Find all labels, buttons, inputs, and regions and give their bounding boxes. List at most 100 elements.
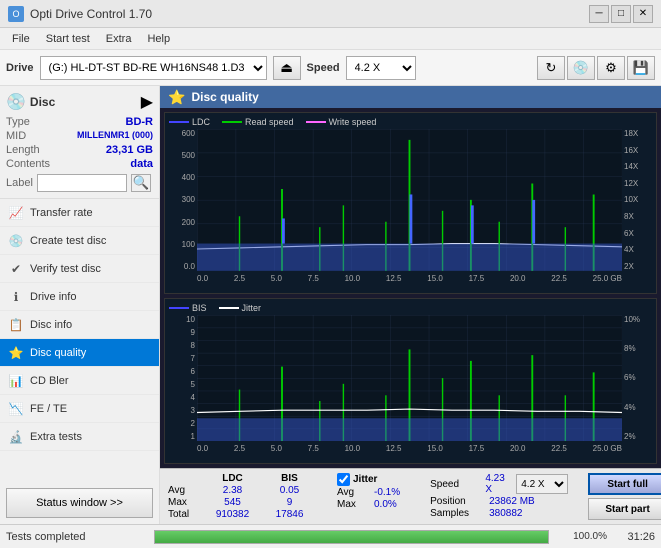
disc-label-label: Label (6, 177, 33, 189)
sidebar-item-fe-te-label: FE / TE (30, 403, 67, 415)
chart1-y-left-3: 300 (182, 195, 195, 204)
window-controls: ─ □ ✕ (589, 5, 653, 23)
app-icon: O (8, 6, 24, 22)
title-bar: O Opti Drive Control 1.70 ─ □ ✕ (0, 0, 661, 28)
chart1-svg (197, 129, 622, 271)
menu-extra[interactable]: Extra (98, 31, 140, 47)
close-button[interactable]: ✕ (633, 5, 653, 23)
jitter-checkbox[interactable] (337, 473, 350, 486)
content-header-icon: ⭐ (168, 89, 185, 106)
disc-info-icon: 📋 (8, 318, 24, 332)
chart1-y-left-0: 0.0 (184, 262, 195, 271)
progress-percent: 100.0% (557, 531, 607, 542)
position-label: Position (430, 496, 485, 507)
start-part-button[interactable]: Start part (588, 498, 661, 520)
speed-stat-select[interactable]: 4.2 X (516, 474, 567, 494)
chart2-y-left-4: 4 (191, 393, 195, 402)
cd-bler-icon: 📊 (8, 374, 24, 388)
speed-label: Speed (307, 62, 340, 74)
disc-label-input[interactable] (37, 174, 127, 192)
sidebar-item-cd-bler[interactable]: 📊 CD Bler (0, 367, 159, 395)
menu-file[interactable]: File (4, 31, 38, 47)
sidebar-item-verify-test-disc-label: Verify test disc (30, 263, 101, 275)
menu-bar: File Start test Extra Help (0, 28, 661, 50)
chart1-y-right-10: 10X (624, 195, 638, 204)
create-test-disc-icon: 💿 (8, 234, 24, 248)
sidebar-item-create-test-disc[interactable]: 💿 Create test disc (0, 227, 159, 255)
menu-start-test[interactable]: Start test (38, 31, 98, 47)
progress-container (154, 530, 549, 544)
sidebar-item-transfer-rate[interactable]: 📈 Transfer rate (0, 199, 159, 227)
ldc-avg-value: 2.38 (205, 485, 260, 496)
chart2-y-left-10: 10 (186, 315, 195, 324)
chart2-svg (197, 315, 622, 441)
chart1-y-right-18: 18X (624, 129, 638, 138)
chart1-y-right-8: 8X (624, 212, 634, 221)
sidebar-item-extra-tests[interactable]: 🔬 Extra tests (0, 423, 159, 451)
chart1-x-axis: 0.0 2.5 5.0 7.5 10.0 12.5 15.0 17.5 20.0… (197, 274, 622, 283)
chart1-y-right-12: 12X (624, 179, 638, 188)
disc-icon: 💿 (6, 92, 26, 112)
eject-button[interactable]: ⏏ (273, 56, 301, 80)
disc-contents-label: Contents (6, 158, 50, 170)
settings-button[interactable]: ⚙ (597, 56, 625, 80)
time-text: 31:26 (615, 531, 655, 543)
menu-help[interactable]: Help (139, 31, 178, 47)
max-row-label: Max (168, 497, 203, 508)
bis-total-value: 17846 (262, 509, 317, 520)
chart2-y-left-9: 9 (191, 328, 195, 337)
chart2-x-axis: 0.0 2.5 5.0 7.5 10.0 12.5 15.0 17.5 20.0… (197, 444, 622, 453)
read-legend-label: Read speed (245, 117, 294, 127)
maximize-button[interactable]: □ (611, 5, 631, 23)
status-window-button[interactable]: Status window >> (6, 488, 153, 518)
sidebar-item-drive-info[interactable]: ℹ Drive info (0, 283, 159, 311)
ldc-col-header: LDC (205, 473, 260, 484)
chart2-y-left-1: 1 (191, 432, 195, 441)
total-row-label: Total (168, 509, 203, 520)
chart2-y-left-2: 2 (191, 419, 195, 428)
save-button[interactable]: 💾 (627, 56, 655, 80)
verify-test-disc-icon: ✔ (8, 262, 24, 276)
sidebar-item-disc-quality[interactable]: ⭐ Disc quality (0, 339, 159, 367)
disc-label-btn[interactable]: 🔍 (131, 174, 151, 192)
sidebar-item-verify-test-disc[interactable]: ✔ Verify test disc (0, 255, 159, 283)
speed-stat-label: Speed (430, 479, 481, 490)
write-legend-label: Write speed (329, 117, 377, 127)
content-header-title: Disc quality (191, 90, 258, 104)
chart2-y-left-7: 7 (191, 354, 195, 363)
ldc-max-value: 545 (205, 497, 260, 508)
sidebar-item-create-test-disc-label: Create test disc (30, 235, 106, 247)
chart2-container: BIS Jitter 10 9 8 7 6 5 4 3 2 1 (164, 298, 657, 464)
fe-te-icon: 📉 (8, 402, 24, 416)
bis-legend-label: BIS (192, 303, 207, 313)
disc-length-label: Length (6, 144, 40, 156)
ldc-bis-stats: LDC BIS Avg 2.38 0.05 Max 545 9 Total 91… (168, 473, 317, 520)
drive-select[interactable]: (G:) HL-DT-ST BD-RE WH16NS48 1.D3 (40, 56, 267, 80)
chart1-y-left-1: 100 (182, 240, 195, 249)
chart1-y-right-4: 4X (624, 245, 634, 254)
drive-info-icon: ℹ (8, 290, 24, 304)
disc-section-title: Disc (30, 95, 55, 109)
chart2-y-right-6: 6% (624, 373, 636, 382)
drive-label: Drive (6, 62, 34, 74)
status-text: Tests completed (6, 531, 146, 543)
disc-expand-icon[interactable]: ▶ (141, 92, 153, 112)
speed-select[interactable]: 4.2 X (346, 56, 416, 80)
sidebar-item-disc-info[interactable]: 📋 Disc info (0, 311, 159, 339)
app-title: Opti Drive Control 1.70 (30, 7, 152, 21)
chart2-legend: BIS Jitter (169, 303, 652, 313)
jitter-label: Jitter (353, 474, 377, 485)
position-value: 23862 MB (489, 496, 535, 507)
minimize-button[interactable]: ─ (589, 5, 609, 23)
speed-position-stats: Speed 4.23 X 4.2 X Position 23862 MB Sam… (430, 473, 567, 520)
disc-button[interactable]: 💿 (567, 56, 595, 80)
extra-tests-icon: 🔬 (8, 430, 24, 444)
chart2-y-right-8: 8% (624, 344, 636, 353)
refresh-button[interactable]: ↻ (537, 56, 565, 80)
start-full-button[interactable]: Start full (588, 473, 661, 495)
disc-mid-label: MID (6, 130, 26, 142)
chart2-y-left-8: 8 (191, 341, 195, 350)
chart1-y-right-2: 2X (624, 262, 634, 271)
disc-type-label: Type (6, 116, 30, 128)
sidebar-item-fe-te[interactable]: 📉 FE / TE (0, 395, 159, 423)
